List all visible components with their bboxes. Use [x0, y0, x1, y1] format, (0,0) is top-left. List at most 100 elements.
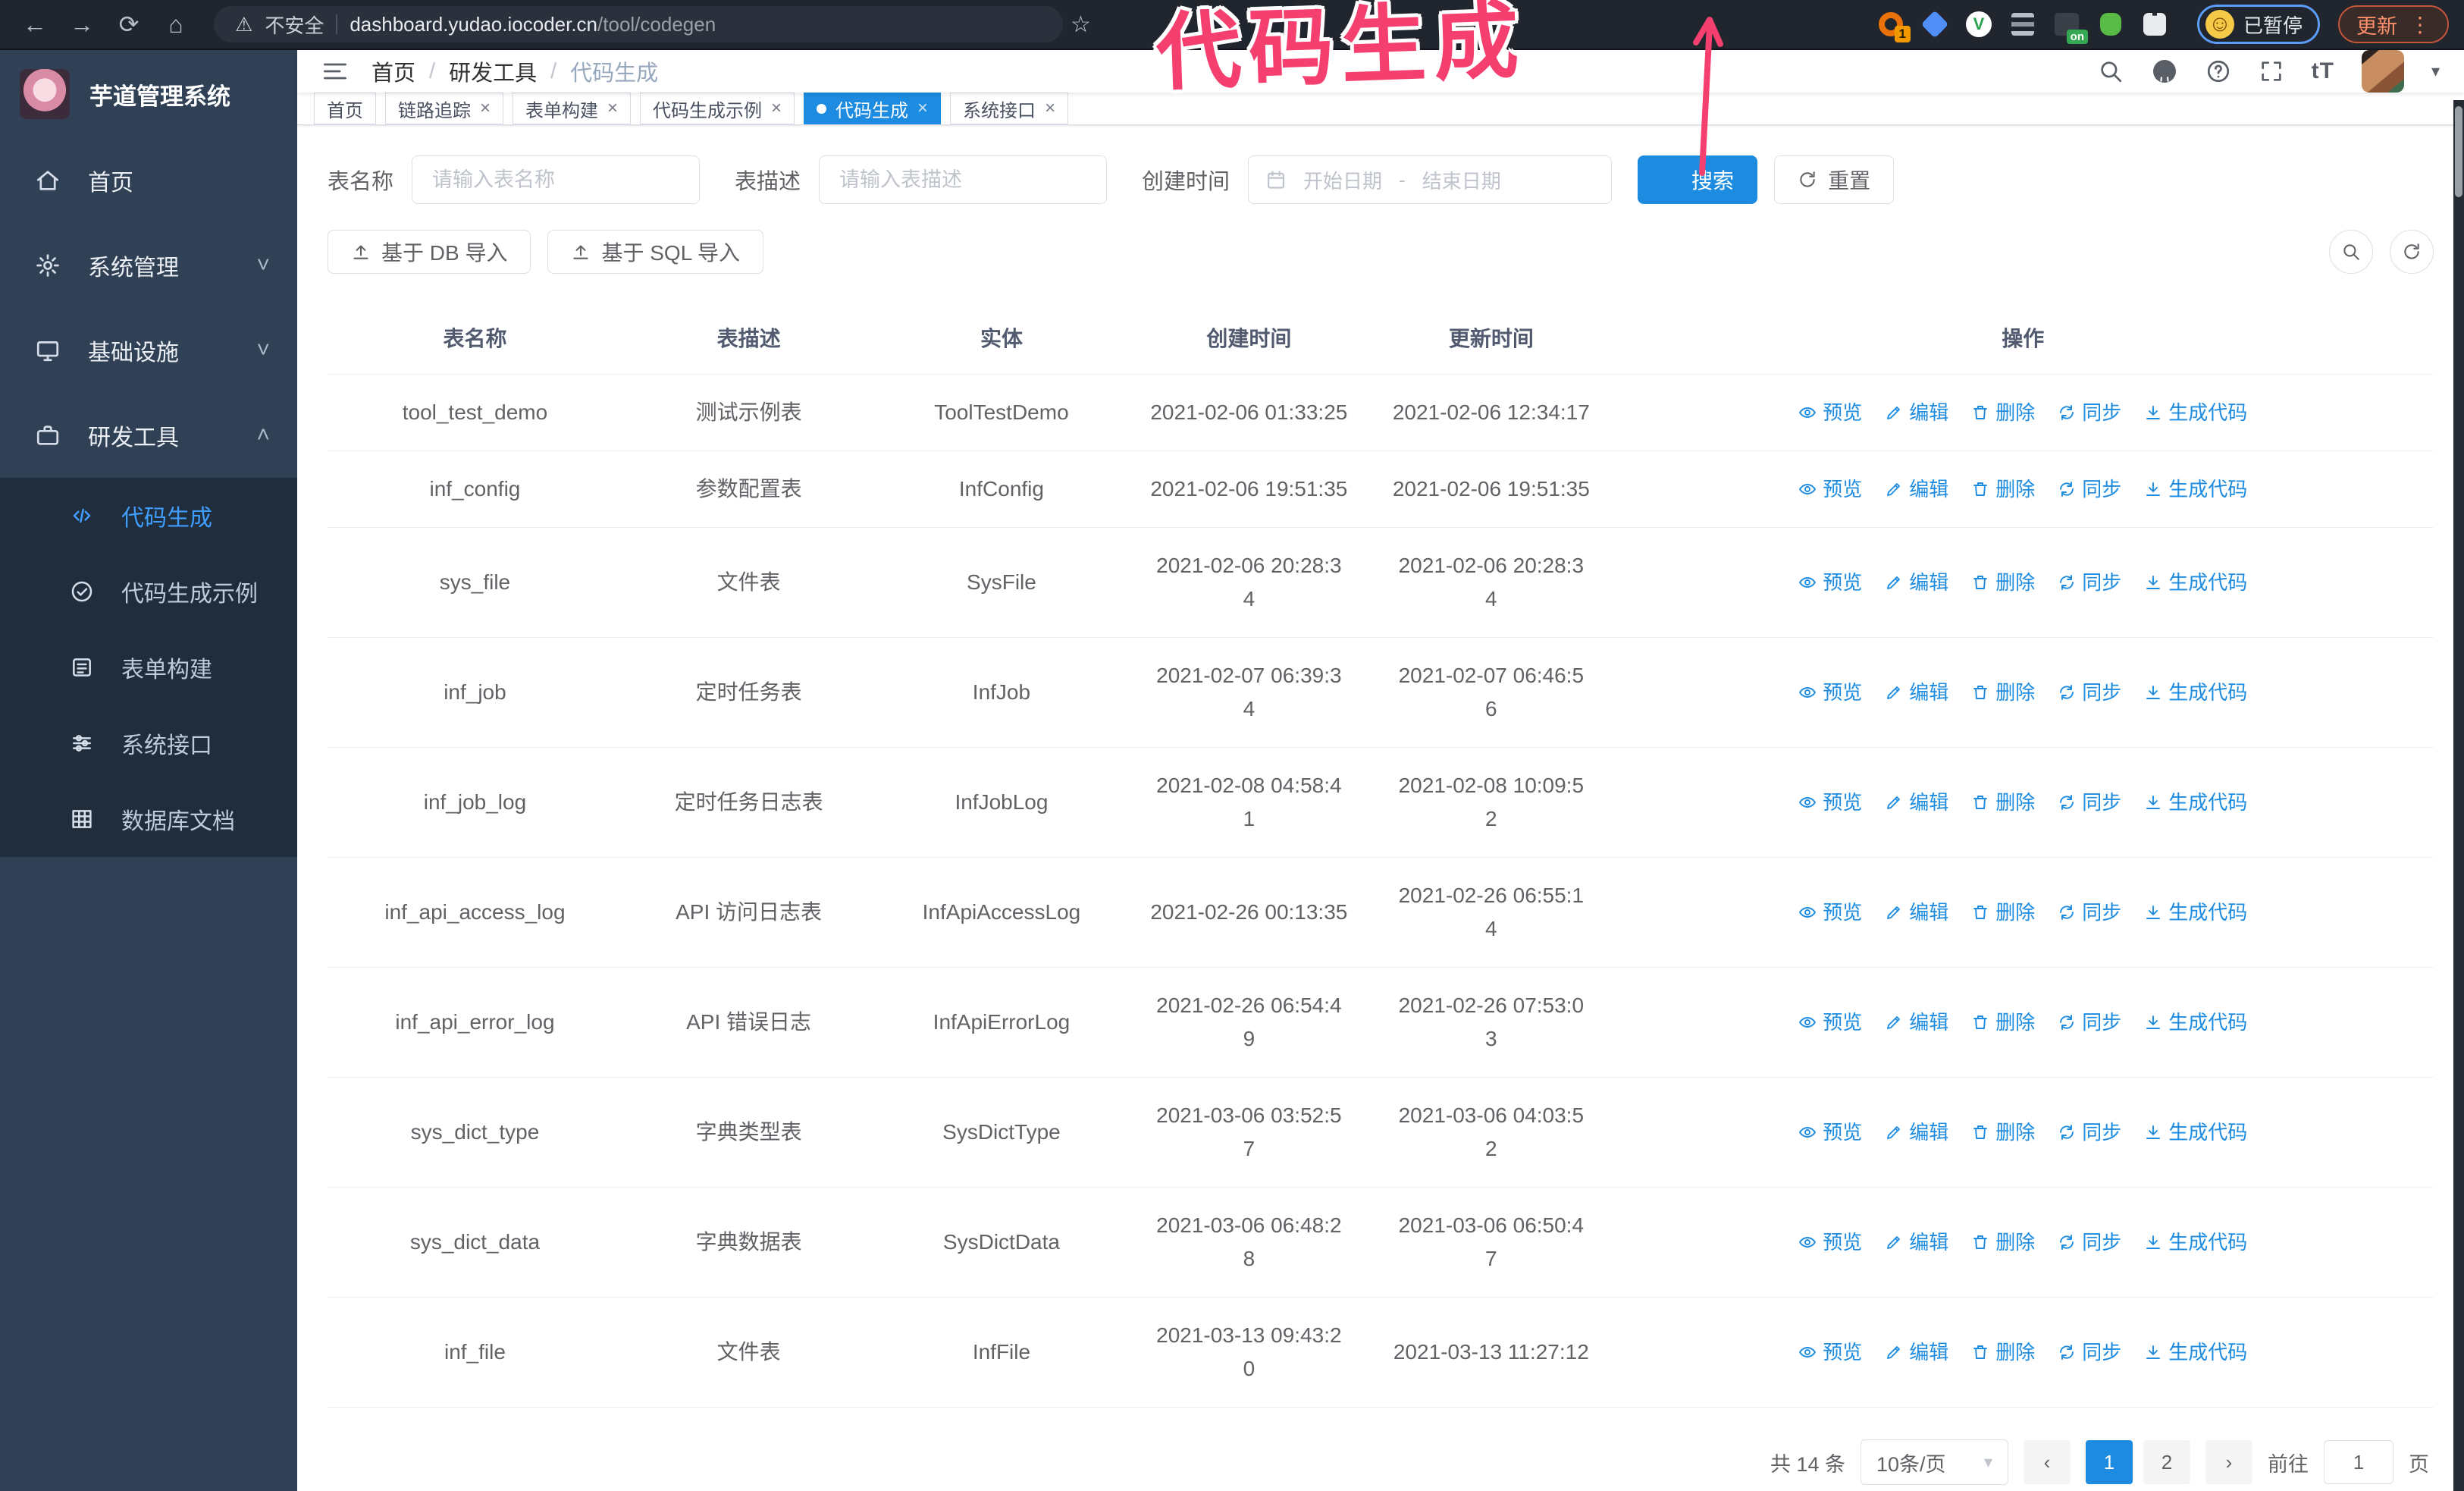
- action-preview-link[interactable]: 预览: [1798, 676, 1862, 709]
- import-db-button[interactable]: 基于 DB 导入: [328, 230, 531, 274]
- sidebar-item-2[interactable]: 基础设施 ˅: [0, 308, 297, 393]
- action-edit-link[interactable]: 编辑: [1885, 1006, 1948, 1039]
- avatar-caret-icon[interactable]: ▾: [2431, 61, 2440, 81]
- sidebar-item-3[interactable]: 研发工具 ˄: [0, 393, 297, 478]
- action-edit-link[interactable]: 编辑: [1885, 1226, 1948, 1259]
- action-edit-link[interactable]: 编辑: [1885, 472, 1948, 506]
- extensions-puzzle-icon[interactable]: [2141, 11, 2168, 38]
- action-generate-link[interactable]: 生成代码: [2144, 472, 2247, 506]
- font-size-icon[interactable]: tT: [2312, 58, 2334, 84]
- reset-button[interactable]: 重置: [1774, 155, 1895, 204]
- toggle-search-button[interactable]: [2329, 230, 2373, 274]
- tab-0[interactable]: 首页: [314, 93, 376, 124]
- sidebar-item-1[interactable]: 系统管理 ˅: [0, 223, 297, 308]
- tab-1[interactable]: 链路追踪 ×: [385, 93, 504, 124]
- action-sync-link[interactable]: 同步: [2058, 786, 2121, 819]
- ext-dark-icon[interactable]: on: [2053, 11, 2088, 44]
- tab-close-icon[interactable]: ×: [1045, 98, 1055, 119]
- action-generate-link[interactable]: 生成代码: [2144, 1336, 2247, 1369]
- action-sync-link[interactable]: 同步: [2058, 1226, 2121, 1259]
- github-icon[interactable]: [2151, 58, 2178, 85]
- next-page-button[interactable]: ›: [2205, 1440, 2252, 1484]
- breadcrumb-item-1[interactable]: 研发工具: [449, 55, 537, 87]
- search-icon[interactable]: [2098, 58, 2124, 84]
- action-edit-link[interactable]: 编辑: [1885, 1336, 1948, 1369]
- browser-update-button[interactable]: 更新 ⋮: [2338, 5, 2449, 43]
- action-generate-link[interactable]: 生成代码: [2144, 1226, 2247, 1259]
- browser-home-icon[interactable]: ⌂: [156, 7, 196, 42]
- refresh-table-button[interactable]: [2390, 230, 2434, 274]
- action-delete-link[interactable]: 删除: [1971, 396, 2035, 429]
- action-edit-link[interactable]: 编辑: [1885, 566, 1948, 599]
- sidebar-subitem-2[interactable]: 表单构建: [0, 629, 297, 705]
- action-sync-link[interactable]: 同步: [2058, 396, 2121, 429]
- action-generate-link[interactable]: 生成代码: [2144, 786, 2247, 819]
- prev-page-button[interactable]: ‹: [2024, 1440, 2071, 1484]
- sidebar-item-0[interactable]: 首页: [0, 138, 297, 223]
- address-bar[interactable]: ⚠ 不安全 dashboard.yudao.iocoder.cn/tool/co…: [214, 6, 1063, 42]
- scrollbar-thumb[interactable]: [2455, 106, 2462, 197]
- page-size-select[interactable]: 10条/页 ▾: [1861, 1439, 2008, 1485]
- user-avatar[interactable]: [2361, 50, 2404, 93]
- import-sql-button[interactable]: 基于 SQL 导入: [547, 230, 764, 274]
- ext-gem-icon[interactable]: [1920, 10, 1949, 39]
- action-delete-link[interactable]: 删除: [1971, 1116, 2035, 1149]
- browser-profile-button[interactable]: ☺ 已暂停: [2196, 5, 2320, 44]
- action-delete-link[interactable]: 删除: [1971, 566, 2035, 599]
- action-sync-link[interactable]: 同步: [2058, 566, 2121, 599]
- action-preview-link[interactable]: 预览: [1798, 1226, 1862, 1259]
- action-sync-link[interactable]: 同步: [2058, 1006, 2121, 1039]
- action-sync-link[interactable]: 同步: [2058, 472, 2121, 506]
- action-preview-link[interactable]: 预览: [1798, 1006, 1862, 1039]
- goto-page-input[interactable]: [2324, 1440, 2393, 1484]
- action-preview-link[interactable]: 预览: [1798, 396, 1862, 429]
- action-edit-link[interactable]: 编辑: [1885, 896, 1948, 929]
- action-generate-link[interactable]: 生成代码: [2144, 566, 2247, 599]
- page-button-1[interactable]: 1: [2086, 1440, 2133, 1484]
- tab-5[interactable]: 系统接口 ×: [950, 93, 1069, 124]
- sidebar-subitem-1[interactable]: 代码生成示例: [0, 554, 297, 629]
- table-desc-input[interactable]: [819, 155, 1108, 204]
- browser-back-icon[interactable]: ←: [15, 7, 55, 42]
- action-delete-link[interactable]: 删除: [1971, 786, 2035, 819]
- sidebar-subitem-4[interactable]: 数据库文档: [0, 781, 297, 857]
- browser-forward-icon[interactable]: →: [62, 7, 102, 42]
- action-delete-link[interactable]: 删除: [1971, 1336, 2035, 1369]
- question-icon[interactable]: [2205, 58, 2231, 84]
- page-button-2[interactable]: 2: [2143, 1440, 2190, 1484]
- browser-reload-icon[interactable]: ⟳: [109, 7, 149, 42]
- date-range-picker[interactable]: 开始日期 - 结束日期: [1248, 155, 1613, 204]
- action-edit-link[interactable]: 编辑: [1885, 1116, 1948, 1149]
- page-scrollbar[interactable]: [2453, 100, 2464, 1491]
- breadcrumb-item-0[interactable]: 首页: [371, 55, 415, 87]
- action-generate-link[interactable]: 生成代码: [2144, 896, 2247, 929]
- tab-2[interactable]: 表单构建 ×: [513, 93, 632, 124]
- ext-v-icon[interactable]: V: [1965, 11, 1992, 38]
- action-delete-link[interactable]: 删除: [1971, 472, 2035, 506]
- table-name-input[interactable]: [412, 155, 701, 204]
- action-delete-link[interactable]: 删除: [1971, 896, 2035, 929]
- hamburger-icon[interactable]: [321, 58, 349, 85]
- tab-close-icon[interactable]: ×: [480, 98, 491, 119]
- action-generate-link[interactable]: 生成代码: [2144, 676, 2247, 709]
- action-preview-link[interactable]: 预览: [1798, 566, 1862, 599]
- browser-menu-icon[interactable]: ⋮: [2409, 12, 2431, 37]
- bookmark-star-icon[interactable]: ☆: [1071, 11, 1091, 38]
- action-generate-link[interactable]: 生成代码: [2144, 1006, 2247, 1039]
- ext-bug-icon[interactable]: [2097, 11, 2124, 38]
- action-generate-link[interactable]: 生成代码: [2144, 1116, 2247, 1149]
- action-sync-link[interactable]: 同步: [2058, 1116, 2121, 1149]
- action-edit-link[interactable]: 编辑: [1885, 396, 1948, 429]
- tab-4[interactable]: 代码生成 ×: [804, 93, 942, 124]
- action-sync-link[interactable]: 同步: [2058, 896, 2121, 929]
- action-delete-link[interactable]: 删除: [1971, 1226, 2035, 1259]
- sidebar-logo[interactable]: 芋道管理系统: [0, 50, 297, 138]
- tab-3[interactable]: 代码生成示例 ×: [640, 93, 795, 124]
- action-edit-link[interactable]: 编辑: [1885, 676, 1948, 709]
- action-preview-link[interactable]: 预览: [1798, 1336, 1862, 1369]
- ext-bars-icon[interactable]: [2009, 11, 2036, 38]
- tab-close-icon[interactable]: ×: [607, 98, 618, 119]
- action-delete-link[interactable]: 删除: [1971, 676, 2035, 709]
- tab-close-icon[interactable]: ×: [917, 98, 928, 119]
- sidebar-subitem-3[interactable]: 系统接口: [0, 705, 297, 781]
